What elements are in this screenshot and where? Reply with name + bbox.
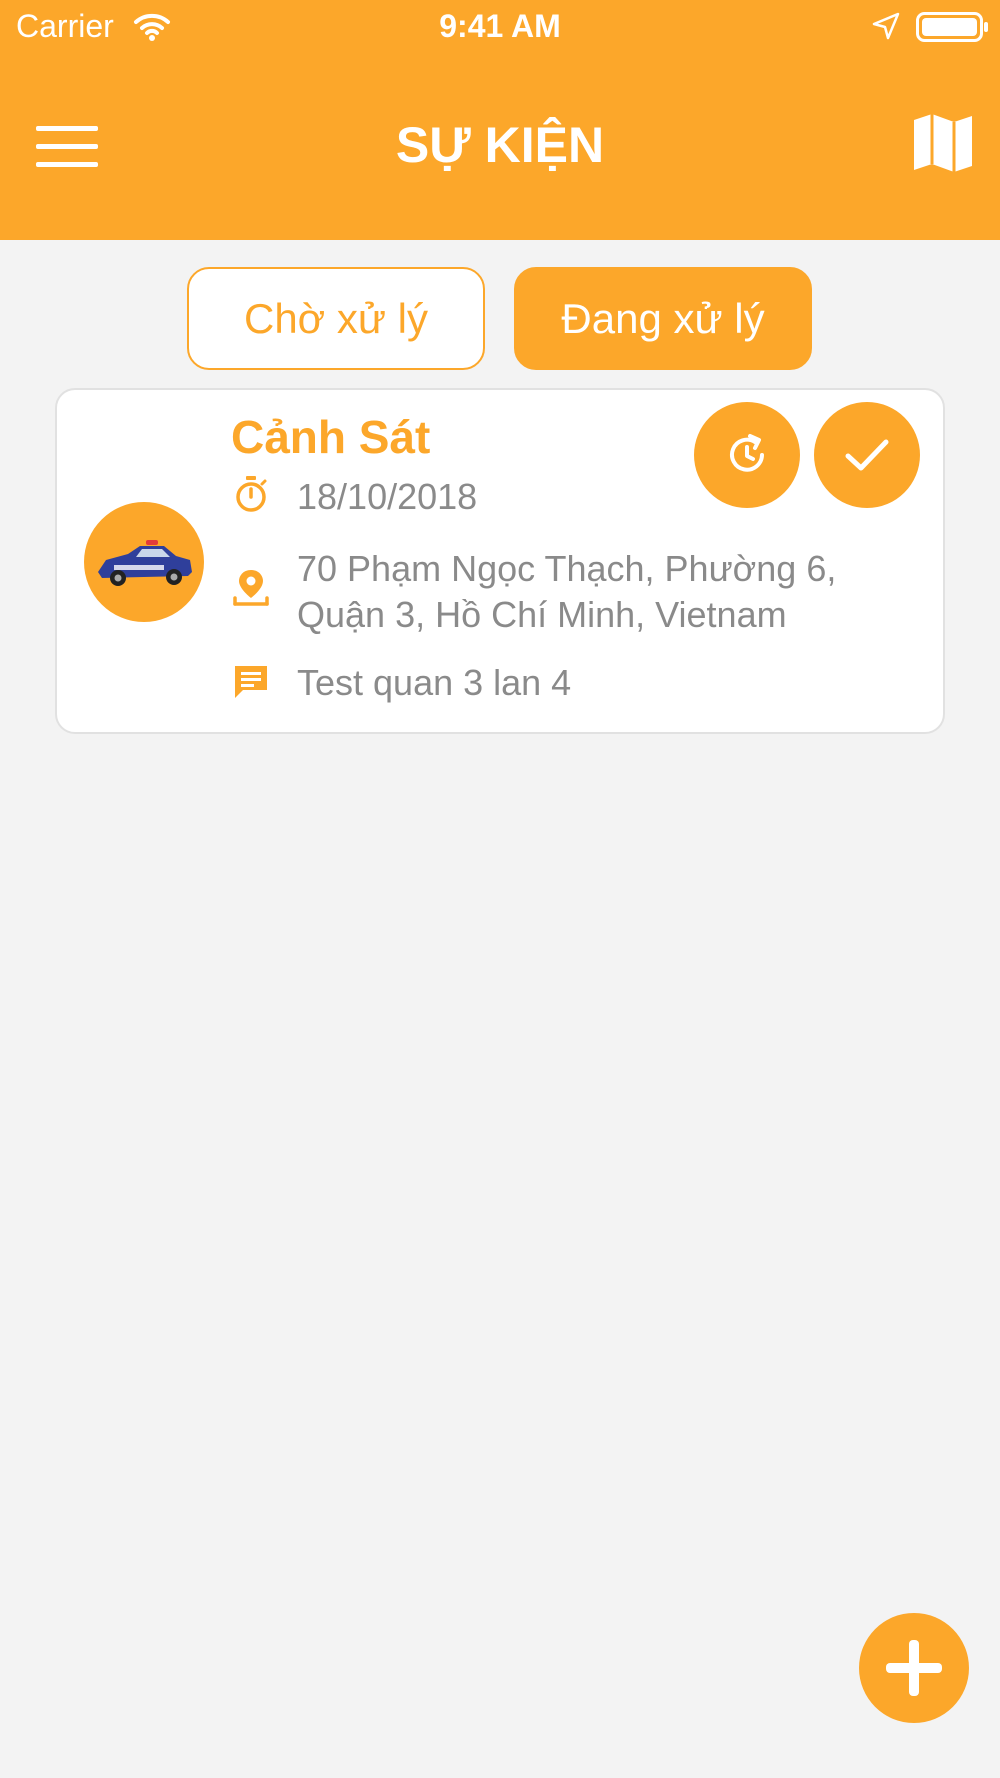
event-address-line1: 70 Phạm Ngọc Thạch, Phường 6, bbox=[297, 548, 837, 589]
status-bar: Carrier 9:41 AM bbox=[0, 0, 1000, 56]
status-time: 9:41 AM bbox=[439, 8, 561, 44]
event-date: 18/10/2018 bbox=[297, 476, 478, 517]
event-card[interactable]: Cảnh Sát 18/10/2018 70 Phạm Ngọc Thạch, … bbox=[55, 388, 945, 734]
stopwatch-icon bbox=[236, 476, 267, 512]
map-icon[interactable] bbox=[912, 112, 974, 174]
add-event-button[interactable] bbox=[859, 1613, 969, 1723]
event-title: Cảnh Sát bbox=[231, 411, 431, 463]
tab-pending[interactable]: Chờ xử lý bbox=[187, 267, 485, 370]
history-icon bbox=[730, 434, 764, 472]
plus-icon bbox=[886, 1640, 942, 1696]
location-pin-icon bbox=[233, 570, 269, 606]
page-title: SỰ KIỆN bbox=[395, 117, 605, 173]
check-icon bbox=[845, 439, 889, 471]
app-header: Carrier 9:41 AM SỰ KIỆN bbox=[0, 0, 1000, 240]
tab-in-progress[interactable]: Đang xử lý bbox=[514, 267, 812, 370]
police-car-icon bbox=[84, 502, 204, 622]
history-button[interactable] bbox=[694, 402, 800, 508]
event-address-line2: Quận 3, Hồ Chí Minh, Vietnam bbox=[297, 594, 787, 635]
location-arrow-icon bbox=[872, 12, 900, 40]
event-note: Test quan 3 lan 4 bbox=[297, 662, 572, 703]
battery-icon bbox=[916, 12, 988, 42]
message-icon bbox=[235, 666, 267, 698]
complete-button[interactable] bbox=[814, 402, 920, 508]
